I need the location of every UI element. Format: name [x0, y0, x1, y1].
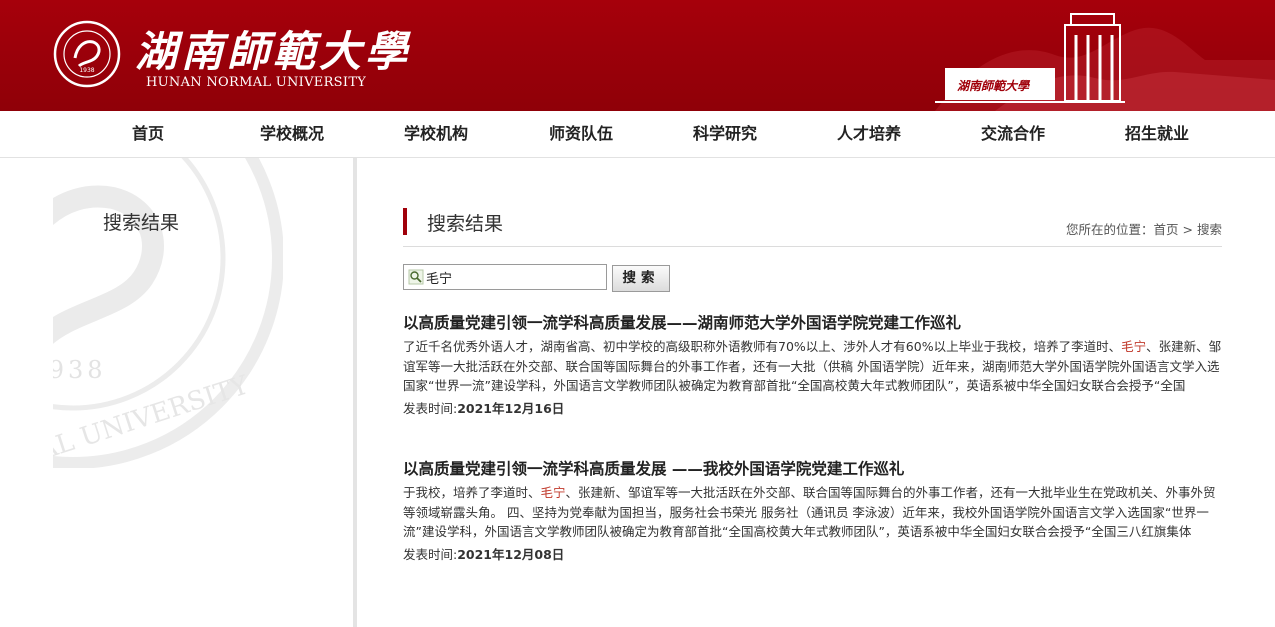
- watermark-year: 1938: [53, 356, 107, 384]
- seal-year: 1938: [79, 67, 94, 74]
- svg-text:湖南師範大學: 湖南師範大學: [957, 79, 1031, 93]
- result-date: 发表时间:2021年12月08日: [403, 545, 1223, 564]
- breadcrumb-separator: >: [1182, 222, 1193, 237]
- search-result: 以高质量党建引领一流学科高质量发展——湖南师范大学外国语学院党建工作巡礼 了近千…: [403, 313, 1223, 418]
- breadcrumb-prefix: 您所在的位置：: [1066, 222, 1154, 237]
- search-field: [403, 264, 607, 290]
- sidebar-title: 搜索结果: [103, 212, 180, 234]
- date-label: 发表时间:: [403, 400, 458, 416]
- nav-item-about[interactable]: 学校概况: [260, 111, 324, 157]
- column-divider: [353, 158, 357, 627]
- sidebar: 1938 NORMAL UNIVERSITY 搜索结果: [53, 158, 353, 627]
- seal-watermark-icon: 1938 NORMAL UNIVERSITY: [53, 158, 283, 468]
- result-date: 发表时间:2021年12月16日: [403, 399, 1223, 418]
- nav-item-faculty[interactable]: 师资队伍: [549, 111, 613, 157]
- section-title-bar: [403, 208, 407, 235]
- campus-building-illustration: 湖南師範大學: [935, 13, 1275, 111]
- site-header: 湖南師範大學 1938 湖南師範大學 HUNAN NORMAL UNIVERSI…: [0, 0, 1275, 111]
- search-result: 以高质量党建引领一流学科高质量发展 ——我校外国语学院党建工作巡礼 于我校，培养…: [403, 459, 1223, 564]
- date-value: 2021年12月08日: [457, 546, 565, 562]
- result-title[interactable]: 以高质量党建引领一流学科高质量发展——湖南师范大学外国语学院党建工作巡礼: [403, 313, 1223, 333]
- nav-item-research[interactable]: 科学研究: [693, 111, 757, 157]
- logo-english-name: HUNAN NORMAL UNIVERSITY: [146, 75, 367, 90]
- summary-text: 于我校，培养了李道时、: [403, 485, 541, 500]
- summary-text: 了近千名优秀外语人才，湖南省高、初中学校的高级职称外语教师有70%以上、涉外人才…: [403, 339, 1122, 354]
- date-value: 2021年12月16日: [457, 400, 565, 416]
- keyword-highlight: 毛宁: [540, 485, 566, 500]
- result-summary: 了近千名优秀外语人才，湖南省高、初中学校的高级职称外语教师有70%以上、涉外人才…: [403, 337, 1223, 396]
- nav-item-institutions[interactable]: 学校机构: [404, 111, 468, 157]
- main-nav: 首页 学校概况 学校机构 师资队伍 科学研究 人才培养 交流合作 招生就业: [0, 111, 1275, 158]
- nav-item-home[interactable]: 首页: [132, 111, 164, 157]
- nav-item-admissions[interactable]: 招生就业: [1125, 111, 1189, 157]
- breadcrumb: 您所在的位置：首页 > 搜索: [1066, 219, 1222, 238]
- search-button[interactable]: 搜索: [612, 265, 670, 292]
- university-seal-icon: 1938: [53, 20, 121, 88]
- result-title[interactable]: 以高质量党建引领一流学科高质量发展 ——我校外国语学院党建工作巡礼: [403, 459, 1223, 479]
- nav-item-education[interactable]: 人才培养: [837, 111, 901, 157]
- breadcrumb-current: 搜索: [1196, 222, 1222, 237]
- section-divider: [403, 246, 1222, 247]
- section-title: 搜索结果: [427, 213, 504, 235]
- logo-chinese-name: 湖南師範大學: [135, 27, 412, 76]
- keyword-highlight: 毛宁: [1121, 339, 1147, 354]
- nav-item-exchange[interactable]: 交流合作: [981, 111, 1045, 157]
- search-input[interactable]: [426, 268, 602, 286]
- search-icon: [408, 269, 424, 285]
- date-label: 发表时间:: [403, 546, 458, 562]
- result-summary: 于我校，培养了李道时、毛宁、张建新、邹谊军等一大批活跃在外交部、联合国等国际舞台…: [403, 483, 1223, 542]
- breadcrumb-home[interactable]: 首页: [1154, 222, 1179, 237]
